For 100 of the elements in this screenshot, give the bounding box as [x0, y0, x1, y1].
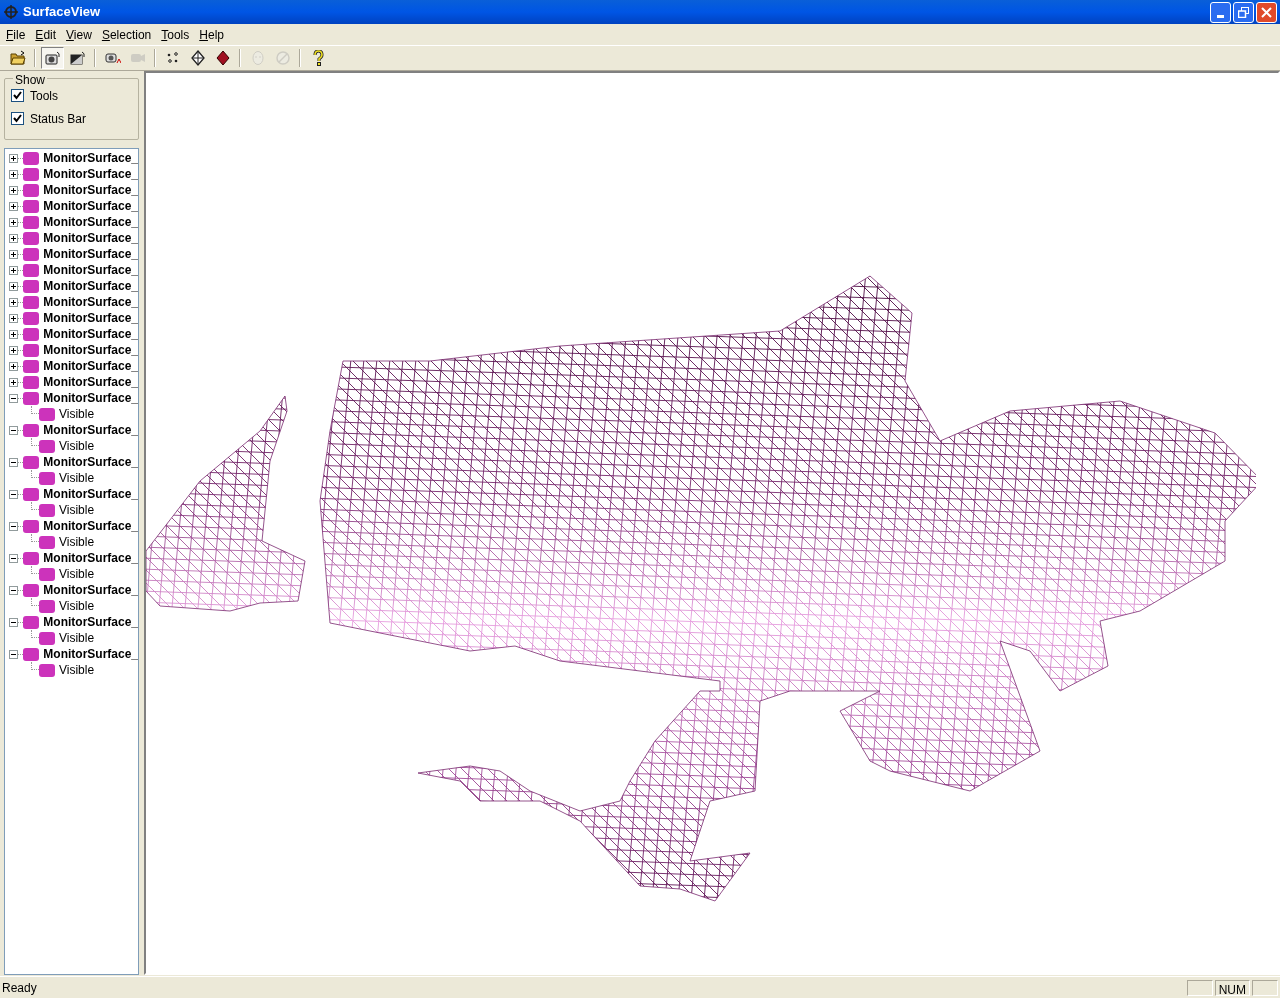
collapse-toggle[interactable]	[9, 457, 18, 467]
menu-item[interactable]: File	[1, 25, 31, 44]
tree-item[interactable]: MonitorSurface_	[43, 645, 138, 663]
tree-item[interactable]: MonitorSurface_	[43, 613, 138, 631]
tree-item[interactable]: MonitorSurface_	[43, 389, 138, 407]
plus-icon	[11, 315, 16, 321]
layer-swatch-icon	[23, 247, 40, 261]
minus-icon	[11, 427, 16, 433]
menu-item[interactable]: Edit	[30, 25, 62, 44]
tree-item[interactable]: Visible	[59, 469, 95, 487]
expand-toggle[interactable]	[9, 313, 18, 323]
checkbox[interactable]	[11, 112, 24, 125]
expand-toggle[interactable]	[9, 377, 18, 387]
menu-item[interactable]: Selection	[96, 25, 157, 44]
layer-swatch-icon	[23, 615, 40, 629]
tree-item[interactable]: Visible	[59, 437, 95, 455]
tree-item[interactable]: Visible	[59, 565, 95, 583]
expand-toggle[interactable]	[9, 265, 18, 275]
face-icon	[249, 50, 266, 66]
layer-swatch-icon	[23, 359, 40, 373]
tree-item[interactable]: MonitorSurface_	[43, 357, 138, 375]
tree-item[interactable]: Visible	[59, 533, 95, 551]
collapse-toggle[interactable]	[9, 617, 18, 627]
tree-item[interactable]: MonitorSurface_	[43, 293, 138, 311]
diamond-icon	[214, 50, 231, 66]
tree-item[interactable]: MonitorSurface_	[43, 229, 138, 247]
layer-swatch-icon	[23, 279, 40, 293]
toolbar-button[interactable]	[41, 47, 64, 69]
visibility-swatch-icon	[39, 631, 55, 645]
minimize-icon	[1217, 14, 1224, 18]
expand-toggle[interactable]	[9, 233, 18, 243]
restore-button[interactable]	[1233, 1, 1254, 23]
tree-item[interactable]: MonitorSurface_	[43, 149, 138, 167]
collapse-toggle[interactable]	[9, 585, 18, 595]
expand-toggle[interactable]	[9, 153, 18, 163]
expand-toggle[interactable]	[9, 361, 18, 371]
tree-item[interactable]: MonitorSurface_	[43, 453, 138, 471]
tree-item[interactable]: Visible	[59, 501, 95, 519]
plus-icon	[11, 283, 16, 289]
tree-item[interactable]: MonitorSurface_	[43, 581, 138, 599]
expand-toggle[interactable]	[9, 345, 18, 355]
layer-swatch-icon	[23, 311, 40, 325]
collapse-toggle[interactable]	[9, 521, 18, 531]
visibility-swatch-icon	[39, 535, 55, 549]
tree-item[interactable]: MonitorSurface_	[43, 277, 138, 295]
tree-item[interactable]: MonitorSurface_	[43, 181, 138, 199]
expand-toggle[interactable]	[9, 201, 18, 211]
collapse-toggle[interactable]	[9, 425, 18, 435]
expand-toggle[interactable]	[9, 217, 18, 227]
layer-swatch-icon	[23, 647, 40, 661]
tree-item[interactable]: MonitorSurface_	[43, 341, 138, 359]
tree-item[interactable]: MonitorSurface_	[43, 517, 138, 535]
tree-item[interactable]: Visible	[59, 597, 95, 615]
tree-item[interactable]: Visible	[59, 661, 95, 679]
tree-item[interactable]: Visible	[59, 405, 95, 423]
close-button[interactable]	[1256, 1, 1277, 23]
menu-item[interactable]: View	[61, 25, 97, 44]
layer-swatch-icon	[23, 375, 40, 389]
tree-item[interactable]: MonitorSurface_	[43, 373, 138, 391]
expand-toggle[interactable]	[9, 329, 18, 339]
tree-item[interactable]: MonitorSurface_	[43, 261, 138, 279]
tree-item[interactable]: MonitorSurface_	[43, 309, 138, 327]
plus-icon	[11, 235, 16, 241]
collapse-toggle[interactable]	[9, 649, 18, 659]
tree-item[interactable]: MonitorSurface_	[43, 325, 138, 343]
minus-icon	[11, 619, 16, 625]
checkbox-option[interactable]: Tools	[11, 89, 132, 102]
minus-icon	[11, 459, 16, 465]
tree-item[interactable]: MonitorSurface_	[43, 549, 138, 567]
layer-swatch-icon	[23, 263, 40, 277]
expand-toggle[interactable]	[9, 169, 18, 179]
prohibited-icon	[274, 50, 291, 66]
layer-swatch-icon	[23, 487, 40, 501]
tree-item[interactable]: MonitorSurface_	[43, 485, 138, 503]
expand-toggle[interactable]	[9, 249, 18, 259]
visibility-swatch-icon	[39, 663, 55, 677]
layer-swatch-icon	[23, 183, 40, 197]
minimize-button[interactable]	[1210, 1, 1231, 23]
minus-icon	[11, 555, 16, 561]
restore-icon	[1238, 6, 1249, 18]
expand-toggle[interactable]	[9, 185, 18, 195]
tree-item[interactable]: MonitorSurface_	[43, 213, 138, 231]
status-text: Ready	[1, 979, 37, 997]
tree-item[interactable]: Visible	[59, 629, 95, 647]
checkbox[interactable]	[11, 89, 24, 102]
expand-toggle[interactable]	[9, 281, 18, 291]
expand-toggle[interactable]	[9, 297, 18, 307]
collapse-toggle[interactable]	[9, 553, 18, 563]
checkbox-option[interactable]: Status Bar	[11, 112, 132, 125]
tree-item[interactable]: MonitorSurface_	[43, 165, 138, 183]
menu-item[interactable]: Tools	[156, 25, 195, 44]
tree-item[interactable]: MonitorSurface_	[43, 421, 138, 439]
tree-item[interactable]: MonitorSurface_	[43, 197, 138, 215]
layer-swatch-icon	[23, 167, 40, 181]
collapse-toggle[interactable]	[9, 489, 18, 499]
collapse-toggle[interactable]	[9, 393, 18, 403]
tree-item[interactable]: MonitorSurface_	[43, 245, 138, 263]
layer-swatch-icon	[23, 327, 40, 341]
menu-item[interactable]: Help	[194, 25, 229, 44]
minus-icon	[11, 523, 16, 529]
